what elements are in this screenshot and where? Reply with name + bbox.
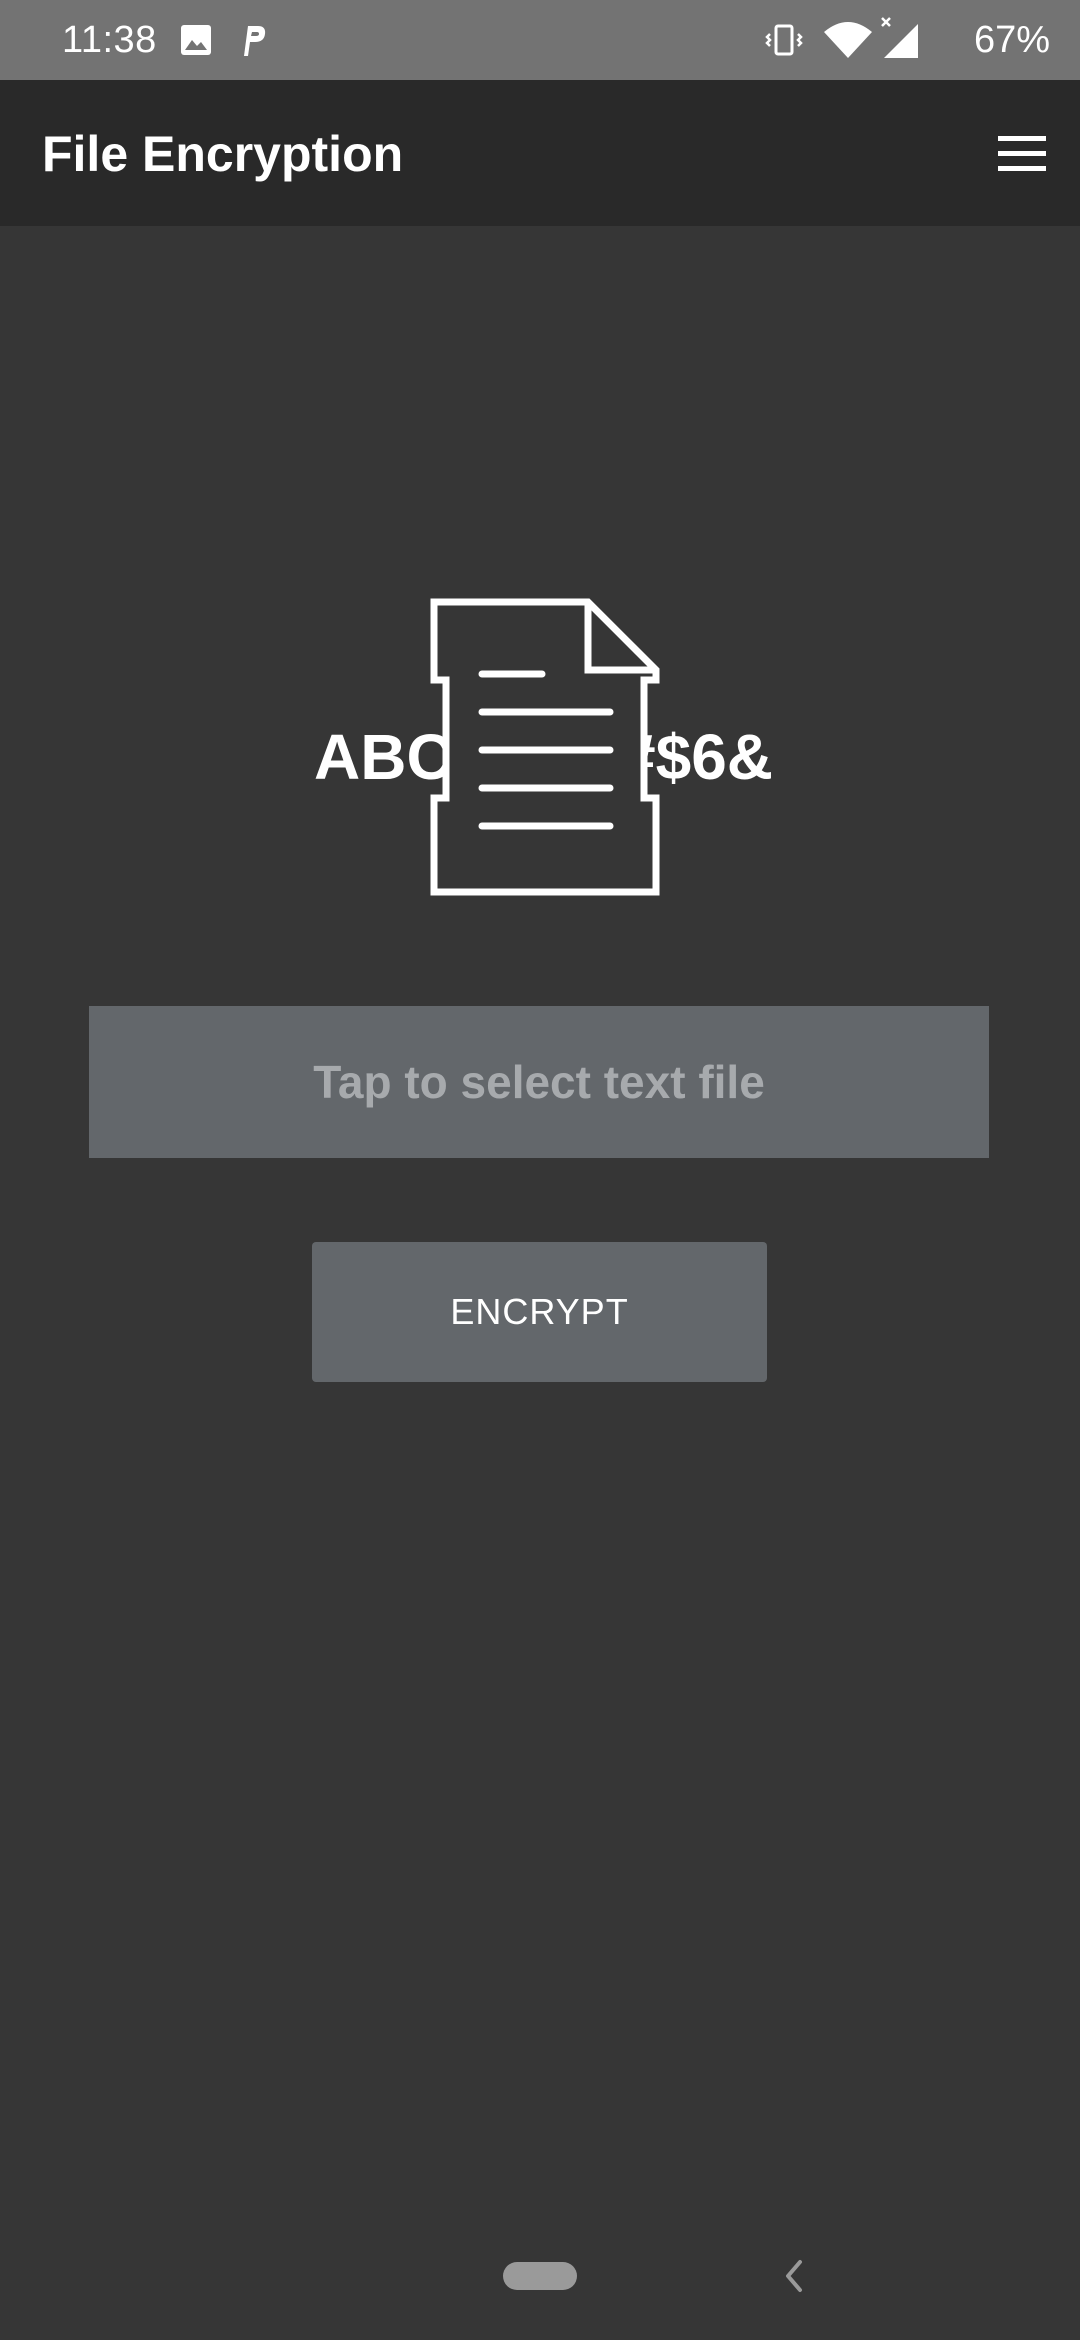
select-text-file-field[interactable]: Tap to select text file (89, 1006, 989, 1158)
encryption-illustration: ABCD #$6& (300, 590, 780, 910)
p-app-icon (244, 26, 266, 56)
wifi-icon (824, 22, 872, 58)
screen: 11:38 67% File Encryption ABCD #$6& Tap … (0, 0, 1080, 2340)
encrypt-button[interactable]: ENCRYPT (312, 1242, 767, 1382)
select-text-file-label: Tap to select text file (313, 1056, 765, 1108)
document-icon (430, 598, 660, 896)
status-bar: 11:38 67% (0, 0, 1080, 80)
app-bar: File Encryption (0, 80, 1080, 226)
app-title: File Encryption (42, 126, 404, 182)
home-pill-icon[interactable] (503, 2262, 577, 2290)
vibrate-icon (765, 24, 803, 56)
back-chevron-icon[interactable] (778, 2256, 808, 2296)
encrypt-button-label: ENCRYPT (450, 1291, 629, 1332)
hamburger-menu-icon (998, 136, 1046, 171)
battery-percentage: 67% (973, 19, 1050, 61)
status-time: 11:38 (62, 19, 157, 61)
image-icon (181, 25, 211, 55)
menu-button[interactable] (988, 120, 1056, 188)
signal-icon (881, 17, 918, 58)
